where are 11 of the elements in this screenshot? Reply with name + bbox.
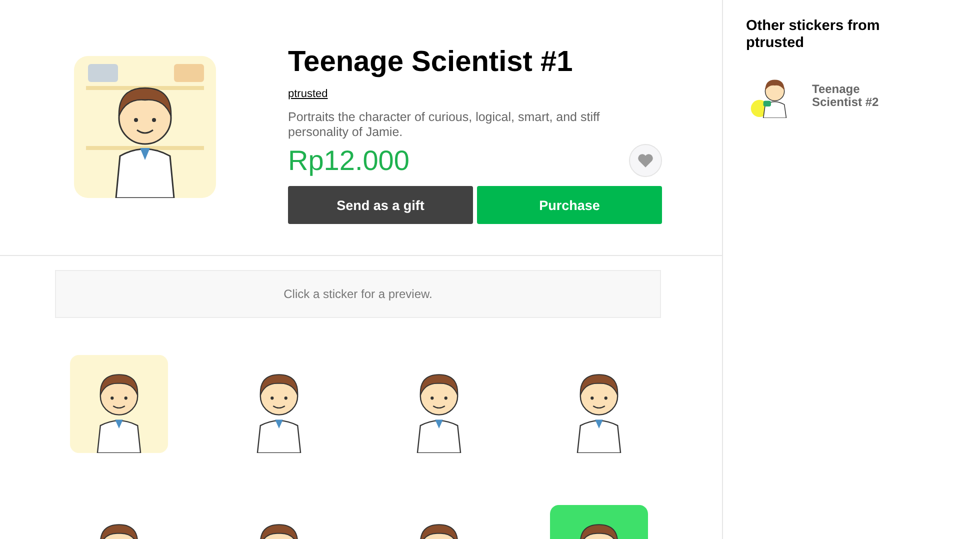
sticker-title: Teenage Scientist #1 [288, 45, 574, 80]
send-gift-button[interactable]: Send as a gift [288, 186, 473, 224]
sticker-set-link[interactable]: Teenage Scientist #2 [812, 83, 892, 109]
favorite-button[interactable] [629, 144, 662, 177]
heart-icon [637, 153, 654, 168]
sticker-description: Portraits the character of curious, logical, smart, and stiff personality of Jamie. [288, 110, 601, 140]
sticker-drawing[interactable] [70, 355, 168, 453]
sidebar-heading: Other stickers from ptrusted [746, 18, 881, 52]
price: Rp12.000 [288, 144, 410, 176]
preview-hint: Click a sticker for a preview. [55, 270, 661, 318]
author-link[interactable]: ptrusted [288, 88, 328, 100]
